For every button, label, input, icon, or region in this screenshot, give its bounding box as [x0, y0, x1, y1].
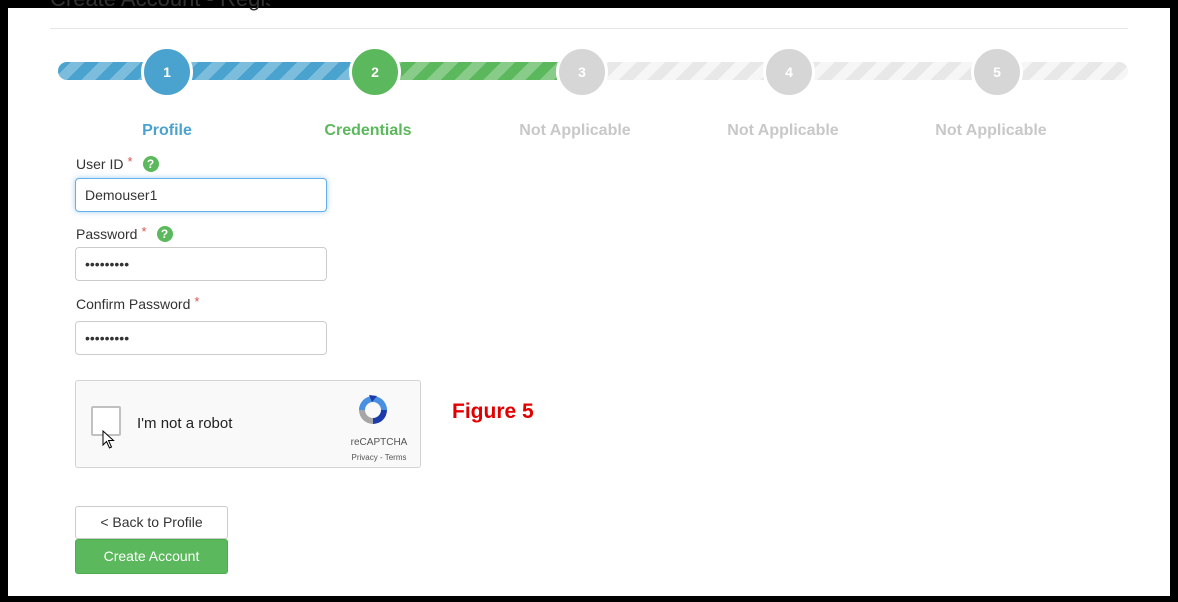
progress-track-active: [376, 62, 582, 80]
progress-track-completed: [58, 62, 378, 80]
step-2-label: Credentials: [324, 122, 412, 139]
header-divider: [50, 28, 1128, 29]
recaptcha-widget: I'm not a robot reCAPTCHA Privacy - Term…: [75, 380, 421, 468]
step-4-circle: 4: [763, 46, 815, 98]
password-input[interactable]: [75, 247, 327, 281]
question-circle-icon[interactable]: ?: [156, 226, 173, 242]
page-heading-clipped: Create Account - Registration: [50, 0, 270, 14]
progress-track-remaining: [580, 62, 1128, 80]
question-circle-icon[interactable]: ?: [142, 156, 159, 172]
step-2-circle: 2: [349, 46, 401, 98]
recaptcha-label: I'm not a robot: [137, 415, 233, 432]
step-1-circle[interactable]: 1: [141, 46, 193, 98]
confirm-password-input[interactable]: [75, 321, 327, 355]
step-5-label: Not Applicable: [935, 122, 1047, 139]
page-heading: Create Account - Registration: [50, 0, 270, 12]
recaptcha-logo-icon: [359, 395, 387, 424]
step-3-label: Not Applicable: [519, 122, 631, 139]
confirm-password-label: Confirm Password *: [76, 293, 200, 313]
back-to-profile-button[interactable]: < Back to Profile: [75, 506, 228, 539]
recaptcha-privacy-terms[interactable]: Privacy - Terms: [342, 453, 416, 462]
required-marker: *: [194, 293, 200, 309]
step-1-label[interactable]: Profile: [67, 122, 267, 140]
create-account-button[interactable]: Create Account: [75, 539, 228, 574]
step-5-circle: 5: [971, 46, 1023, 98]
password-label: Password * ?: [76, 223, 173, 242]
required-marker: *: [141, 223, 147, 239]
mouse-pointer-icon: [102, 430, 115, 449]
step-3-circle: 3: [556, 46, 608, 98]
figure-caption: Figure 5: [452, 400, 534, 423]
user-id-label: User ID * ?: [76, 153, 159, 172]
user-id-input[interactable]: [75, 178, 327, 212]
recaptcha-brand: reCAPTCHA: [350, 437, 408, 448]
step-4-label: Not Applicable: [727, 122, 839, 139]
required-marker: *: [127, 153, 133, 169]
